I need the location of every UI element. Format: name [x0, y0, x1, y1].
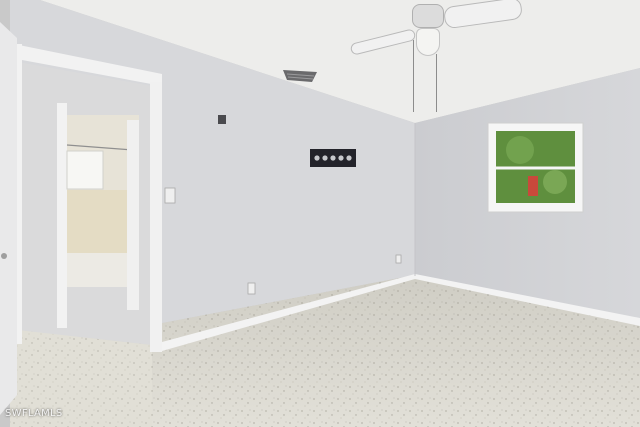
bathtub: [67, 253, 133, 287]
fan-light-dome: [416, 28, 440, 56]
watermark: SWFLAMLS: [5, 408, 63, 419]
mailbox-sign: [528, 176, 538, 196]
room-photo: SWFLAMLS: [0, 0, 640, 427]
wall-hook: [218, 115, 226, 124]
fan-blade-left: [349, 28, 417, 56]
foliage-highlight: [506, 136, 534, 164]
bath-window: [66, 150, 104, 190]
fan-motor: [412, 4, 444, 28]
foliage-highlight: [543, 170, 567, 194]
bath-door: [127, 120, 139, 310]
inner-door-frame: [57, 103, 67, 328]
electrical-outlet-icon: [395, 254, 402, 264]
fan-pull-chain: [413, 40, 414, 112]
fan-blade-right: [442, 0, 524, 30]
door-knob: [1, 253, 7, 259]
open-door-edge: [0, 22, 17, 415]
room-surfaces: [0, 0, 640, 427]
light-switch-icon: [164, 187, 176, 204]
fan-pull-chain: [436, 54, 437, 112]
electrical-outlet-icon: [247, 282, 256, 295]
outer-door-frame-right: [150, 82, 162, 352]
ceiling-fan-icon: [348, 0, 524, 115]
bathroom-tile-wall: [67, 190, 127, 253]
